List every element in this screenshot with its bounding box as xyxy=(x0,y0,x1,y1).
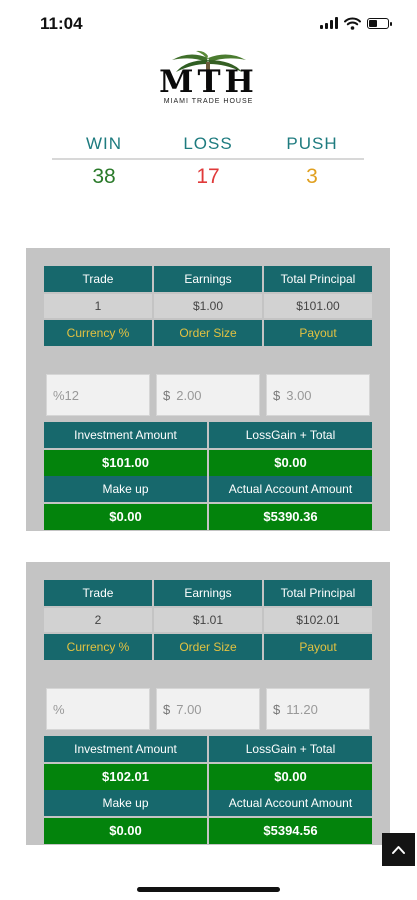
total-principal-header: Total Principal xyxy=(264,580,372,606)
currency-pct-value: %12 xyxy=(53,388,80,403)
order-size-field[interactable]: $2.00 xyxy=(156,374,260,416)
stat-push: PUSH 3 xyxy=(260,132,364,192)
order-size-field[interactable]: $7.00 xyxy=(156,688,260,730)
battery-icon xyxy=(367,17,392,29)
stat-win-label: WIN xyxy=(85,134,123,153)
stat-win-value: 38 xyxy=(92,165,116,188)
logo-letters: MTH xyxy=(159,64,258,100)
trade-header: Trade xyxy=(44,266,152,292)
actual-account-amount-header: Actual Account Amount xyxy=(209,790,372,816)
chevron-up-icon xyxy=(392,846,405,854)
actual-account-amount-value: $5390.36 xyxy=(209,504,372,530)
currency-pct-header: Currency % xyxy=(44,320,152,346)
trade-card: Trade Earnings Total Principal 1 $1.00 $… xyxy=(26,248,390,531)
wifi-icon xyxy=(344,17,361,30)
make-up-value: $0.00 xyxy=(44,818,207,844)
currency-pct-value: % xyxy=(53,702,65,717)
stat-loss: LOSS 17 xyxy=(156,132,260,192)
brand-logo: MTH MIAMI TRADE HOUSE xyxy=(140,50,277,105)
currency-pct-field[interactable]: % xyxy=(46,688,150,730)
stats-summary: WIN 38 LOSS 17 PUSH 3 xyxy=(52,132,364,192)
dollar-sign: $ xyxy=(163,388,171,403)
order-size-value: 2.00 xyxy=(176,388,202,403)
payout-value: 3.00 xyxy=(286,388,312,403)
home-indicator[interactable] xyxy=(137,887,280,892)
actual-account-amount-value: $5394.56 xyxy=(209,818,372,844)
status-icons xyxy=(320,15,392,31)
investment-amount-header: Investment Amount xyxy=(44,422,207,448)
currency-pct-header: Currency % xyxy=(44,634,152,660)
payout-value: 11.20 xyxy=(286,702,318,717)
earnings-value: $1.00 xyxy=(154,294,262,318)
trade-number: 2 xyxy=(44,608,152,632)
make-up-header: Make up xyxy=(44,476,207,502)
order-size-header: Order Size xyxy=(154,634,262,660)
status-time: 11:04 xyxy=(40,14,83,33)
lossgain-total-header: LossGain + Total xyxy=(209,736,372,762)
payout-header: Payout xyxy=(264,320,372,346)
stat-win: WIN 38 xyxy=(52,132,156,192)
lossgain-total-header: LossGain + Total xyxy=(209,422,372,448)
status-bar: 11:04 xyxy=(0,0,417,46)
earnings-value: $1.01 xyxy=(154,608,262,632)
investment-amount-value: $101.00 xyxy=(44,450,207,476)
order-size-header: Order Size xyxy=(154,320,262,346)
investment-amount-header: Investment Amount xyxy=(44,736,207,762)
total-principal-header: Total Principal xyxy=(264,266,372,292)
payout-field[interactable]: $11.20 xyxy=(266,688,370,730)
cellular-signal-icon xyxy=(320,17,338,29)
dollar-sign: $ xyxy=(163,702,171,717)
lossgain-total-value: $0.00 xyxy=(209,450,372,476)
stats-divider xyxy=(52,158,364,160)
order-size-value: 7.00 xyxy=(176,702,202,717)
payout-header: Payout xyxy=(264,634,372,660)
scroll-to-top-button[interactable] xyxy=(382,833,415,866)
dollar-sign: $ xyxy=(273,702,281,717)
dollar-sign: $ xyxy=(273,388,281,403)
total-principal-value: $102.01 xyxy=(264,608,372,632)
payout-field[interactable]: $3.00 xyxy=(266,374,370,416)
make-up-header: Make up xyxy=(44,790,207,816)
trade-number: 1 xyxy=(44,294,152,318)
stat-loss-label: LOSS xyxy=(183,134,233,153)
stat-loss-value: 17 xyxy=(196,165,220,188)
logo-tagline: MIAMI TRADE HOUSE xyxy=(163,98,254,105)
total-principal-value: $101.00 xyxy=(264,294,372,318)
make-up-value: $0.00 xyxy=(44,504,207,530)
earnings-header: Earnings xyxy=(154,580,262,606)
lossgain-total-value: $0.00 xyxy=(209,764,372,790)
currency-pct-field[interactable]: %12 xyxy=(46,374,150,416)
actual-account-amount-header: Actual Account Amount xyxy=(209,476,372,502)
investment-amount-value: $102.01 xyxy=(44,764,207,790)
trade-header: Trade xyxy=(44,580,152,606)
trade-card: Trade Earnings Total Principal 2 $1.01 $… xyxy=(26,562,390,845)
earnings-header: Earnings xyxy=(154,266,262,292)
stat-push-value: 3 xyxy=(306,165,318,188)
stat-push-label: PUSH xyxy=(286,134,338,153)
